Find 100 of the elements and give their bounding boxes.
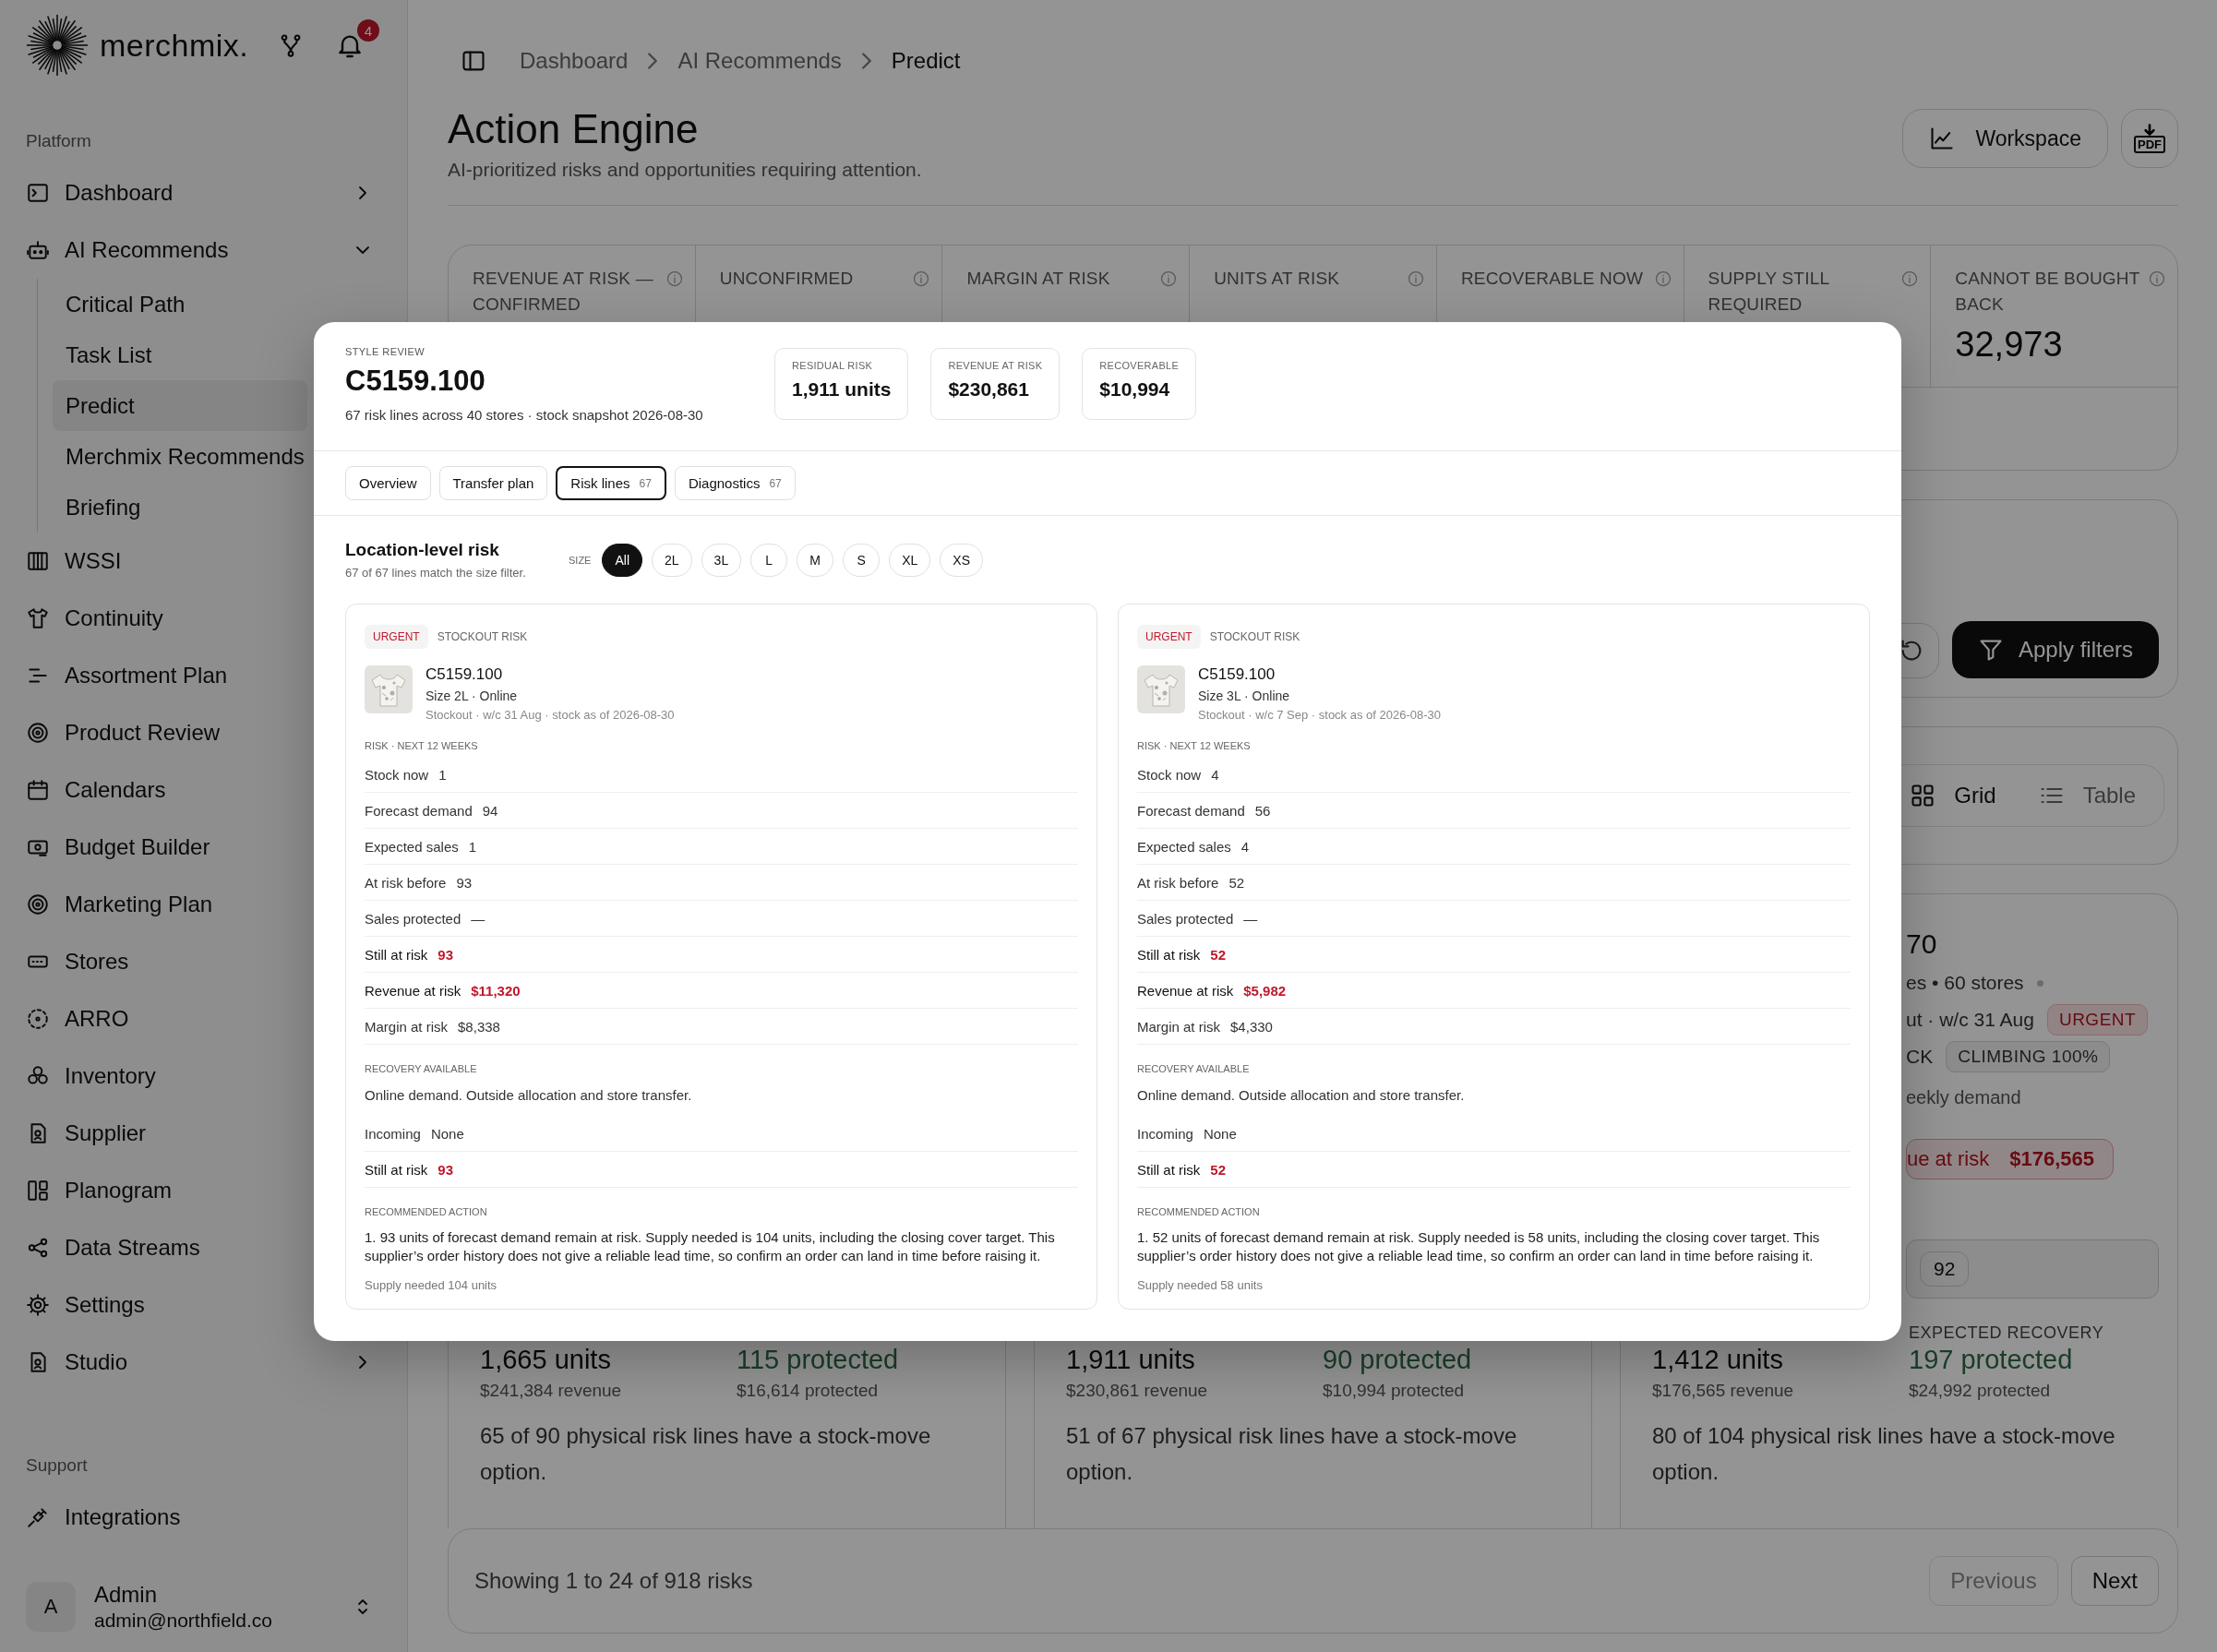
product-variant: Size 3L · Online (1198, 688, 1291, 703)
size-chip[interactable]: S (843, 543, 881, 577)
nav-item[interactable]: Assortment Plan (26, 647, 381, 704)
metric-value: $4,330 (1230, 1018, 1273, 1035)
stat-value: $10,994 (1099, 378, 1171, 401)
columns-icon (26, 549, 50, 573)
stat-label: SUPPLY STILL REQUIRED (1708, 268, 1830, 316)
metric-value: 4 (1240, 838, 1250, 855)
nav-subitem[interactable]: Briefing (53, 482, 307, 533)
line-chart-icon (1929, 126, 1956, 151)
dashed-circle-icon (26, 1007, 50, 1031)
target-icon (26, 892, 50, 916)
user-name: Admin (94, 1582, 159, 1608)
breadcrumb-link[interactable]: Predict (891, 48, 961, 74)
action-text: 1. 93 units of forecast demand remain at risk. Supply needed is 104 units, including the closing cover target. This supplier’s order history does not give a reliable lead time, so confirm an order can land in time before raising it. (365, 1228, 1056, 1265)
tab[interactable]: Diagnostics 67 (674, 466, 796, 500)
stat-label: RECOVERABLE (1099, 360, 1180, 371)
tab[interactable]: Risk lines 67 (556, 466, 666, 500)
protected-revenue: $10,994 protected (1323, 1381, 1466, 1401)
breadcrumb-link[interactable]: AI Recommends (677, 48, 842, 74)
metric-value: 56 (1254, 802, 1271, 819)
nav-subitem[interactable]: Task List (53, 329, 307, 380)
nav-item[interactable]: AI Recommends (26, 221, 381, 279)
meta-text: eekly demand (1906, 1086, 2021, 1108)
size-chip[interactable]: XL (889, 543, 931, 577)
separator-dot (2036, 979, 2043, 987)
metric-label: Forecast demand (1137, 802, 1245, 819)
section-subtitle: 67 of 67 lines match the size filter. (345, 566, 527, 580)
protected-value: 115 protected (737, 1345, 900, 1375)
size-chip[interactable]: XS (940, 543, 983, 577)
status-badge: URGENT (1137, 625, 1201, 649)
meta-text: ut · w/c 31 Aug (1906, 1009, 2034, 1031)
category-label: STOCKOUT RISK (1209, 630, 1300, 643)
tab[interactable]: Overview (345, 466, 431, 500)
nav-item[interactable]: Integrations (26, 1489, 381, 1546)
nav-subitem[interactable]: Predict (53, 380, 307, 431)
view-option[interactable]: Table (2021, 771, 2152, 820)
revenue-value: $230,861 revenue (1066, 1381, 1209, 1401)
size-chip[interactable]: 2L (652, 543, 692, 577)
size-chip[interactable]: L (750, 543, 788, 577)
sunburst-logo-icon (26, 14, 89, 77)
info-icon (665, 269, 684, 288)
apply-filters-button[interactable]: Apply filters (1951, 621, 2159, 678)
action-text: 1. 52 units of forecast demand remain at risk. Supply needed is 58 units, including the closing cover target. This supplier’s order history does not give a reliable lead time, so confirm an order can land in time before raising it. (1137, 1228, 1821, 1265)
stockout-note: Stockout · w/c 31 Aug · stock as of 2026-08-30 (425, 708, 675, 722)
stat-label: CANNOT BE BOUGHT BACK (1955, 268, 2141, 316)
metric-value: $11,320 (471, 982, 521, 999)
nav-subitem[interactable]: Merchmix Recommends (53, 431, 307, 482)
share-icon (26, 1236, 50, 1260)
metric-label: Margin at risk (365, 1018, 449, 1035)
recovery-text: Online demand. Outside allocation and store transfer. (1137, 1087, 1466, 1103)
workspace-button[interactable]: Workspace (1902, 109, 2108, 168)
metric-value: 93 (437, 946, 454, 963)
units-value: 1,911 units (1066, 1345, 1196, 1375)
count-badge: 92 (1920, 1251, 1970, 1287)
size-label: SIZE (569, 554, 592, 566)
metric-value: 1 (438, 766, 447, 783)
view-option[interactable]: Grid (1893, 771, 2013, 820)
metric-value: $8,338 (458, 1018, 500, 1035)
metric-label: Revenue at risk (365, 982, 461, 999)
stockout-note: Stockout · w/c 7 Sep · stock as of 2026-08-30 (1198, 708, 1442, 722)
stat-label: REVENUE AT RISK (948, 360, 1043, 371)
nav-subitem[interactable]: Critical Path (53, 279, 307, 329)
chevron-icon (861, 53, 871, 69)
page-title: Action Engine (448, 105, 700, 153)
stat-label: REVENUE AT RISK — CONFIRMED (473, 268, 654, 316)
stat-value: 1,911 units (792, 378, 892, 401)
section-label: RISK · NEXT 12 WEEKS (365, 740, 479, 751)
section-label: RECOMMENDED ACTION (1137, 1206, 1261, 1217)
metric-value: None (430, 1125, 464, 1142)
info-icon (1406, 269, 1425, 288)
user-email: admin@northfield.co (94, 1610, 272, 1632)
units-value: 1,665 units (480, 1345, 612, 1375)
size-chip[interactable]: M (797, 543, 834, 577)
section-label: RISK · NEXT 12 WEEKS (1137, 740, 1252, 751)
grid-icon (1910, 783, 1936, 808)
status-badge: URGENT (2046, 1004, 2149, 1035)
pagination-button[interactable]: Next (2070, 1556, 2159, 1606)
metric-value: None (1203, 1125, 1237, 1142)
target-icon (26, 721, 50, 745)
size-chip[interactable]: All (602, 543, 642, 577)
size-chip[interactable]: 3L (701, 543, 742, 577)
recovery-text: Online demand. Outside allocation and store transfer. (365, 1087, 693, 1103)
section-label: Support (26, 1455, 89, 1476)
status-badge: URGENT (365, 625, 428, 649)
meta-text: es • 60 stores (1906, 972, 2024, 994)
nav-item[interactable]: Studio (26, 1334, 381, 1391)
stat-label: UNITS AT RISK (1214, 268, 1340, 290)
brand-name: merchmix. (100, 27, 249, 64)
revenue-value: $176,565 revenue (1652, 1381, 1795, 1401)
style-subtitle: 67 risk lines across 40 stores · stock snapshot 2026-08-30 (345, 407, 704, 423)
protected-revenue: $24,992 protected (1909, 1381, 2052, 1401)
pdf-export-button[interactable]: PDF (2121, 109, 2178, 168)
metric-value: 52 (1210, 946, 1227, 963)
tab[interactable]: Transfer plan (438, 466, 548, 500)
metric-label: Still at risk (1137, 1161, 1201, 1178)
metric-label: Expected sales (1137, 838, 1231, 855)
nav-item[interactable]: Dashboard (26, 164, 381, 221)
breadcrumb-link[interactable]: Dashboard (520, 48, 629, 74)
download-arrow-icon (2144, 124, 2155, 136)
